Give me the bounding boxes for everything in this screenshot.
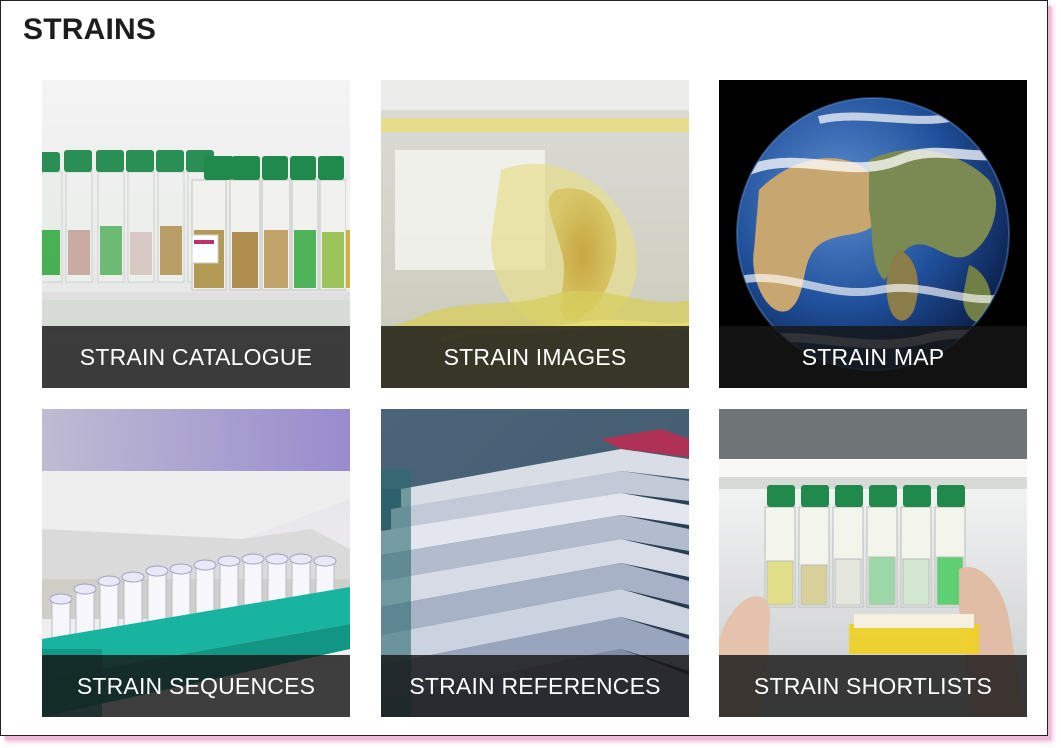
tile-label: STRAIN SEQUENCES	[76, 672, 316, 699]
tile-strain-images[interactable]: STRAIN IMAGES	[381, 80, 689, 388]
tile-strain-map[interactable]: STRAIN MAP	[719, 80, 1027, 388]
tile-strain-references[interactable]: STRAIN REFERENCES	[381, 409, 689, 717]
tile-label: STRAIN IMAGES	[443, 343, 627, 370]
tile-caption: STRAIN SHORTLISTS	[719, 655, 1027, 717]
tile-label: STRAIN MAP	[801, 343, 945, 370]
tile-strain-sequences[interactable]: STRAIN SEQUENCES	[42, 409, 350, 717]
tile-caption: STRAIN CATALOGUE	[42, 326, 350, 388]
tile-label: STRAIN CATALOGUE	[79, 343, 313, 370]
tile-caption: STRAIN SEQUENCES	[42, 655, 350, 717]
tile-strain-shortlists[interactable]: STRAIN SHORTLISTS	[719, 409, 1027, 717]
tile-label: STRAIN SHORTLISTS	[753, 672, 993, 699]
tile-strain-catalogue[interactable]: STRAIN CATALOGUE	[42, 80, 350, 388]
tile-caption: STRAIN MAP	[719, 326, 1027, 388]
strains-panel: STRAINS STRAIN CATALOGUE STRAIN IMAGES S…	[0, 0, 1048, 736]
tile-caption: STRAIN IMAGES	[381, 326, 689, 388]
tile-caption: STRAIN REFERENCES	[381, 655, 689, 717]
tile-label: STRAIN REFERENCES	[409, 672, 661, 699]
page-title: STRAINS	[23, 13, 157, 46]
